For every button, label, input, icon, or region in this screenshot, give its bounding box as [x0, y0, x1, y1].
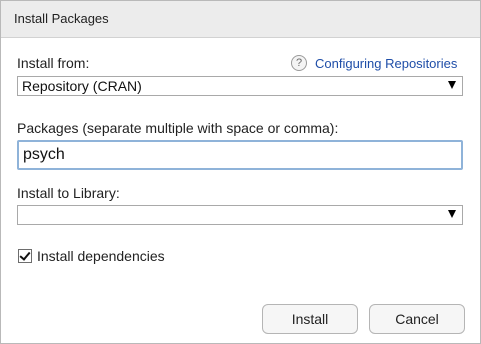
packages-input[interactable]	[17, 140, 463, 170]
install-button[interactable]: Install	[262, 304, 358, 334]
install-from-select[interactable]: Repository (CRAN)	[17, 76, 463, 96]
dropdown-arrow-icon	[448, 210, 456, 218]
install-to-library-label: Install to Library:	[17, 185, 120, 201]
dialog-titlebar: Install Packages	[1, 1, 480, 38]
configuring-repositories-link[interactable]: Configuring Repositories	[315, 56, 457, 71]
cancel-button[interactable]: Cancel	[369, 304, 465, 334]
install-to-library-select[interactable]	[17, 205, 463, 225]
checkmark-icon	[19, 249, 31, 261]
install-packages-dialog: Install Packages Install from: ? Configu…	[0, 0, 481, 344]
install-from-label: Install from:	[17, 55, 90, 71]
question-icon[interactable]: ?	[291, 55, 307, 71]
dialog-title: Install Packages	[14, 11, 109, 26]
dropdown-arrow-icon	[448, 81, 456, 89]
install-dependencies-checkbox[interactable]	[18, 249, 32, 263]
packages-label: Packages (separate multiple with space o…	[17, 120, 339, 136]
install-from-selected-value: Repository (CRAN)	[22, 78, 142, 94]
install-dependencies-label[interactable]: Install dependencies	[37, 248, 165, 264]
